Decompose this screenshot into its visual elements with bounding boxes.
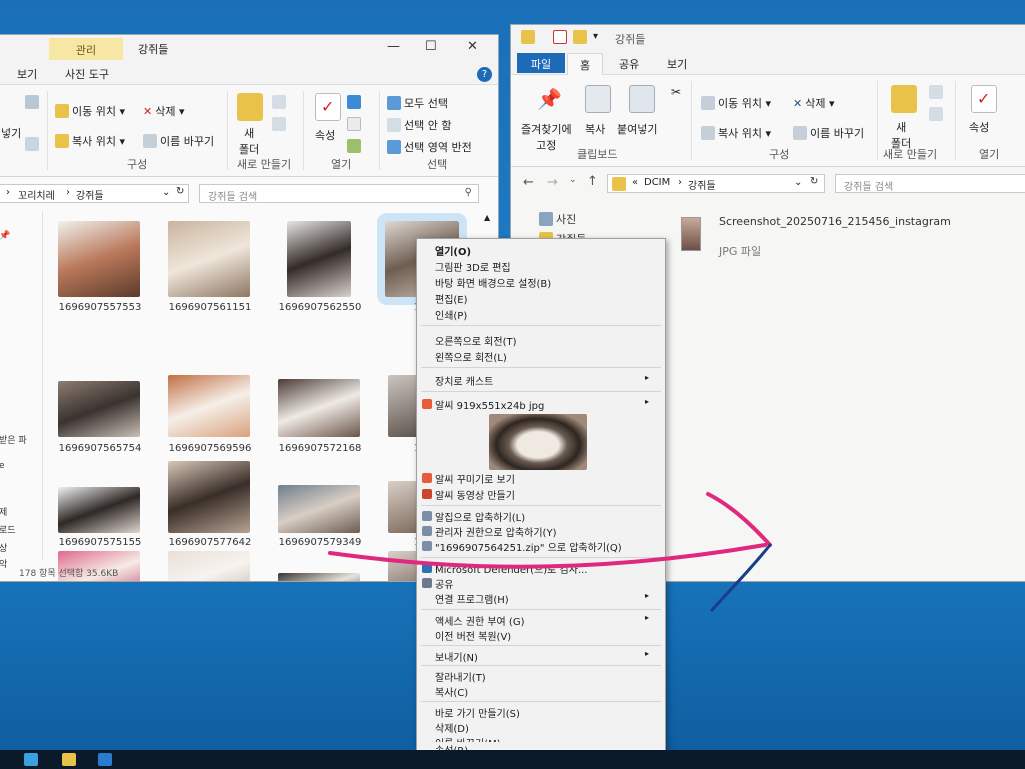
annotation-arrow-line [328,543,767,569]
file-explorer-icon[interactable] [62,753,76,766]
annotation-arrow [328,492,772,612]
annotation-arrow-head-upper [706,492,772,547]
edge-icon[interactable] [98,753,112,766]
taskbar [0,750,1025,769]
search-icon[interactable] [24,753,38,766]
annotation-arrow-head-lower [710,543,772,612]
